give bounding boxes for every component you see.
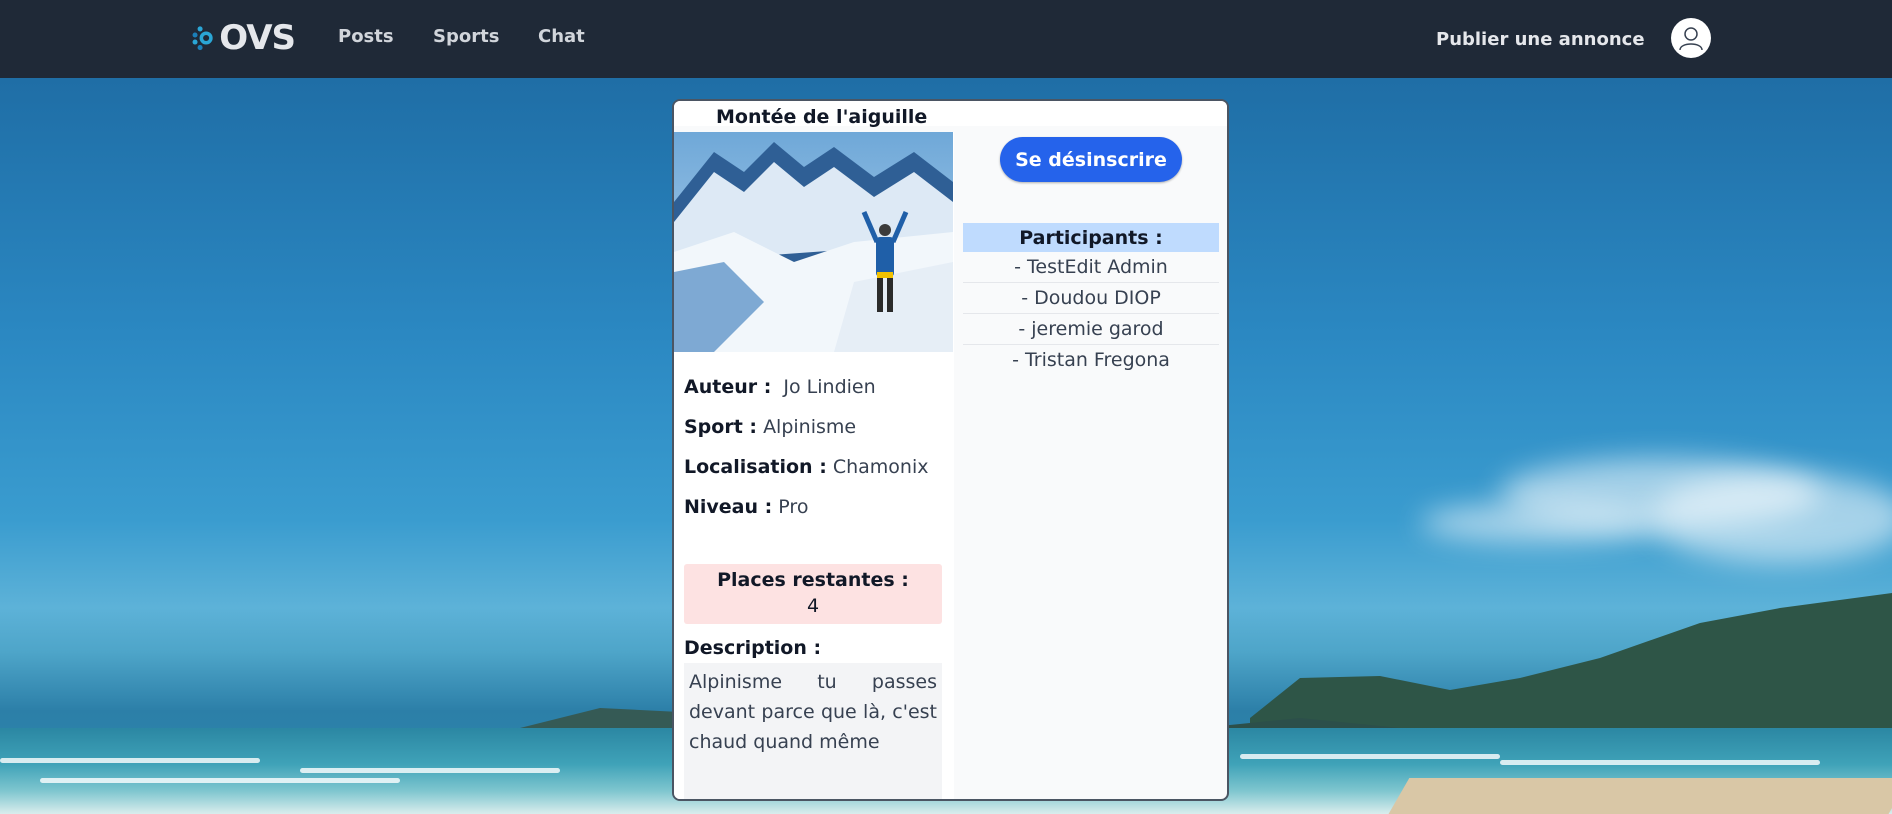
nav-link-chat[interactable]: Chat bbox=[538, 26, 585, 47]
post-title: Montée de l'aiguille bbox=[716, 106, 928, 128]
level-label: Niveau : bbox=[684, 496, 773, 518]
remaining-places-label: Places restantes : bbox=[717, 569, 909, 591]
sport-field: Sport : Alpinisme bbox=[684, 416, 856, 438]
author-field: Auteur : Jo Lindien bbox=[684, 376, 876, 398]
location-field: Localisation : Chamonix bbox=[684, 456, 929, 478]
app-logo[interactable]: OVS bbox=[190, 12, 296, 64]
description-label: Description : bbox=[684, 637, 822, 659]
remaining-places-value: 4 bbox=[806, 595, 820, 617]
level-value: Pro bbox=[778, 496, 809, 518]
level-field: Niveau : Pro bbox=[684, 496, 808, 518]
user-icon bbox=[1679, 27, 1703, 51]
logo-text: OVS bbox=[219, 18, 296, 58]
participants-header: Participants : bbox=[963, 223, 1219, 252]
top-navbar: OVS Posts Sports Chat Publier une annonc… bbox=[0, 0, 1892, 78]
card-header: Montée de l'aiguille bbox=[674, 101, 1227, 128]
location-value: Chamonix bbox=[832, 456, 929, 478]
post-photo bbox=[674, 132, 953, 352]
participant-item: - Doudou DIOP bbox=[963, 283, 1219, 314]
post-detail-card: Montée de l'aiguille Auteur: Jo Lindien… bbox=[672, 99, 1229, 801]
publish-ad-link[interactable]: Publier une annonce bbox=[1436, 29, 1645, 50]
nav-link-posts[interactable]: Posts bbox=[338, 26, 394, 47]
location-label: Localisation : bbox=[684, 456, 827, 478]
participant-item: - Tristan Fregona bbox=[1012, 349, 1170, 371]
participant-item: - TestEdit Admin bbox=[963, 252, 1219, 283]
sport-value: Alpinisme bbox=[763, 416, 857, 438]
post-info-column: Auteur : Jo Lindien Sport : Alpinisme Lo… bbox=[674, 132, 954, 799]
participant-item: - jeremie garod bbox=[963, 314, 1219, 345]
user-avatar-button[interactable] bbox=[1671, 18, 1711, 58]
unsubscribe-button[interactable]: Se désinscrire bbox=[1000, 137, 1182, 182]
nav-link-sports[interactable]: Sports bbox=[433, 26, 499, 47]
remaining-places-box: Places restantes : 4 bbox=[684, 564, 942, 624]
author-label: Auteur : bbox=[684, 376, 772, 398]
author-value: Jo Lindien bbox=[783, 376, 876, 398]
description-text: Alpinisme tu passes devant parce que là,… bbox=[684, 663, 942, 799]
logo-icon bbox=[192, 26, 213, 51]
sport-label: Sport : bbox=[684, 416, 758, 438]
